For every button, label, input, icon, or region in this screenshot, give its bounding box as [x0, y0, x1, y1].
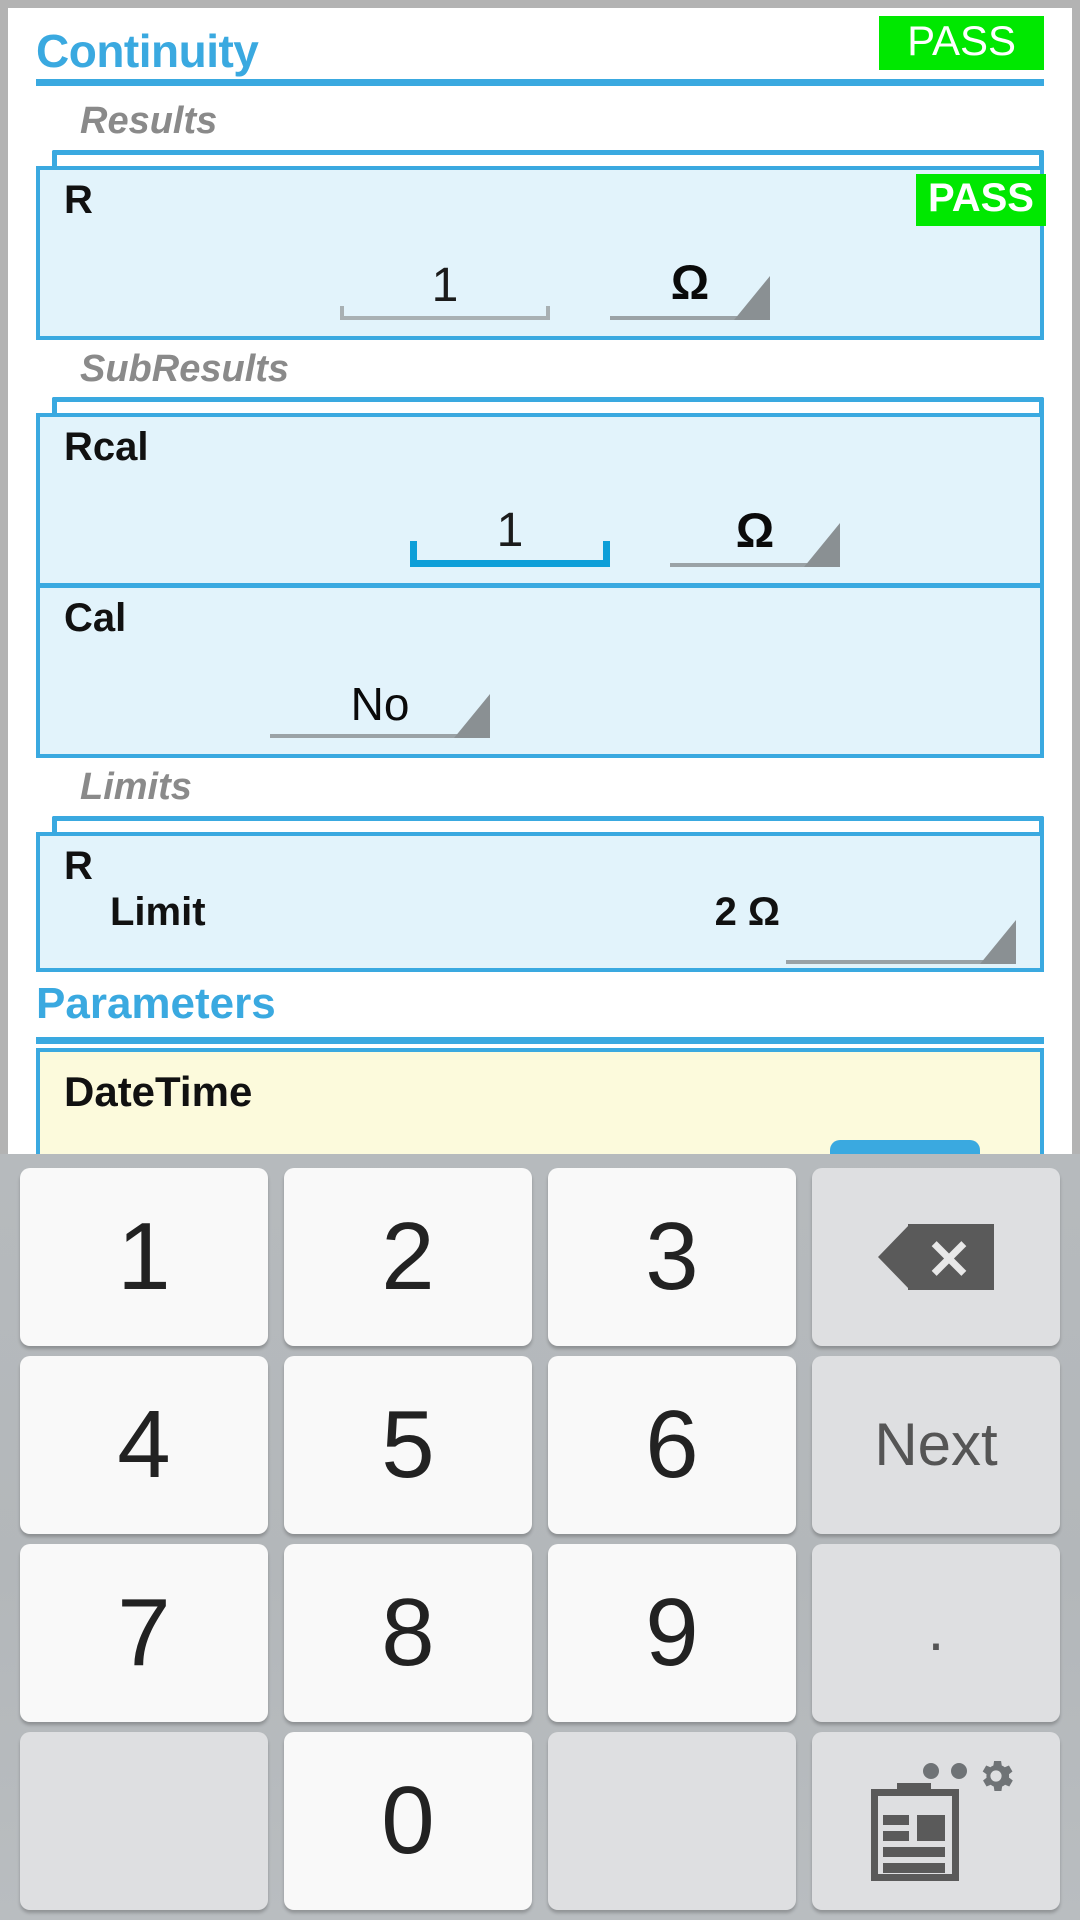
- result-r-value-field[interactable]: 1: [340, 259, 550, 320]
- key-1-label: 1: [117, 1203, 171, 1310]
- dropdown-triangle-icon: [734, 275, 770, 320]
- group-box-limits: R Limit 2 Ω: [36, 832, 1044, 973]
- title-bar: Continuity PASS: [36, 8, 1044, 92]
- key-ime-switcher[interactable]: [812, 1732, 1060, 1910]
- key-blank-left[interactable]: [20, 1732, 268, 1910]
- key-4[interactable]: 4: [20, 1356, 268, 1534]
- subresult-cal-value-spinner[interactable]: No: [270, 680, 490, 739]
- limit-spinner[interactable]: [786, 920, 1016, 965]
- dropdown-triangle-icon: [980, 920, 1016, 965]
- key-6[interactable]: 6: [548, 1356, 796, 1534]
- group-box-results: R PASS 1 Ω: [36, 165, 1046, 340]
- key-3[interactable]: 3: [548, 1168, 796, 1346]
- key-6-label: 6: [645, 1391, 699, 1498]
- key-8-label: 8: [381, 1579, 435, 1686]
- subresult-row-cal[interactable]: Cal No: [40, 583, 1040, 754]
- key-next-label: Next: [874, 1411, 998, 1478]
- subresult-rcal-unit-spinner[interactable]: Ω: [670, 506, 840, 568]
- parameter-row-datetime[interactable]: DateTime: [36, 1048, 1044, 1154]
- key-5[interactable]: 5: [284, 1356, 532, 1534]
- result-row-r-status: PASS: [916, 173, 1046, 226]
- result-row-r[interactable]: R PASS 1 Ω: [40, 170, 1046, 336]
- subresult-row-rcal[interactable]: Rcal 1 Ω: [40, 417, 1040, 583]
- group-label-results: Results: [80, 100, 218, 142]
- clipboard-line: [883, 1847, 945, 1857]
- limit-spinner-line: [786, 920, 1016, 965]
- subresult-rcal-value: 1: [496, 503, 524, 557]
- key-next[interactable]: Next: [812, 1356, 1060, 1534]
- parameters-title: Parameters: [36, 979, 276, 1029]
- limit-row-r-line: Limit 2 Ω: [40, 888, 1040, 958]
- backspace-icon: [878, 1224, 994, 1290]
- parameters-header: Parameters: [36, 979, 1044, 1045]
- application-area: Continuity PASS Results R PASS 1 Ω SubRe…: [0, 0, 1080, 1154]
- key-7-label: 7: [117, 1579, 171, 1686]
- key-backspace[interactable]: [812, 1168, 1060, 1346]
- dot-icon: [923, 1763, 939, 1779]
- key-decimal-point[interactable]: .: [812, 1544, 1060, 1722]
- subresult-row-rcal-body: 1 Ω: [40, 469, 1040, 573]
- key-2-label: 2: [381, 1203, 435, 1310]
- dropdown-triangle-icon: [804, 523, 840, 568]
- keyboard-row-4: 0: [12, 1732, 1068, 1910]
- subresult-row-cal-label: Cal: [64, 596, 127, 641]
- keyboard-row-3: 7 8 9 .: [12, 1544, 1068, 1722]
- result-r-unit-line: [610, 275, 770, 320]
- keyboard-row-1: 1 2 3: [12, 1168, 1068, 1346]
- key-4-label: 4: [117, 1391, 171, 1498]
- result-row-r-label: R: [64, 177, 93, 222]
- numeric-keyboard: 1 2 3 4 5 6 Next 7 8 9 . 0: [0, 1154, 1080, 1920]
- limit-row-r-label: R: [64, 844, 93, 889]
- key-1[interactable]: 1: [20, 1168, 268, 1346]
- key-8[interactable]: 8: [284, 1544, 532, 1722]
- app-canvas: Continuity PASS Results R PASS 1 Ω SubRe…: [8, 8, 1072, 1154]
- keyboard-row-2: 4 5 6 Next: [12, 1356, 1068, 1534]
- result-row-r-body: 1 Ω: [40, 222, 1040, 326]
- key-decimal-point-label: .: [927, 1596, 945, 1663]
- clipboard-line: [883, 1863, 945, 1873]
- key-9-label: 9: [645, 1579, 699, 1686]
- subresult-row-cal-body: No: [40, 640, 1040, 744]
- gear-icon: [975, 1755, 1017, 1797]
- key-0[interactable]: 0: [284, 1732, 532, 1910]
- page-title: Continuity: [36, 25, 259, 77]
- key-7[interactable]: 7: [20, 1544, 268, 1722]
- clipboard-line: [883, 1831, 909, 1841]
- title-divider: [36, 79, 1044, 86]
- key-blank-right[interactable]: [548, 1732, 796, 1910]
- key-9[interactable]: 9: [548, 1544, 796, 1722]
- limit-value: 2 Ω: [714, 890, 780, 935]
- key-2[interactable]: 2: [284, 1168, 532, 1346]
- group-subresults: SubResults Rcal 1 Ω Cal No: [36, 340, 1044, 759]
- group-box-subresults: Rcal 1 Ω Cal No: [36, 413, 1044, 759]
- result-r-value: 1: [431, 259, 459, 313]
- key-5-label: 5: [381, 1391, 435, 1498]
- limit-row-r[interactable]: R Limit 2 Ω: [40, 836, 1040, 968]
- limit-label: Limit: [110, 890, 206, 935]
- result-r-unit-spinner[interactable]: Ω: [610, 258, 770, 320]
- subresult-row-rcal-label: Rcal: [64, 425, 149, 470]
- parameter-datetime-chip[interactable]: [830, 1140, 980, 1154]
- dot-icon: [951, 1763, 967, 1779]
- group-results: Results R PASS 1 Ω: [36, 92, 1046, 340]
- subresult-rcal-value-field[interactable]: 1: [410, 503, 610, 568]
- dropdown-triangle-icon: [454, 694, 490, 739]
- clipboard-line: [883, 1815, 909, 1825]
- subresult-rcal-value-underline: [410, 541, 610, 568]
- subresult-rcal-unit-line: [670, 523, 840, 568]
- clipboard-block: [917, 1815, 945, 1841]
- group-label-limits: Limits: [80, 766, 192, 809]
- key-0-label: 0: [381, 1767, 435, 1874]
- clipboard-gear-icon: [861, 1760, 1013, 1881]
- subresult-cal-line: [270, 694, 490, 739]
- group-label-subresults: SubResults: [80, 347, 290, 390]
- parameters-divider: [36, 1037, 1044, 1045]
- group-limits: Limits R Limit 2 Ω: [36, 758, 1044, 973]
- parameter-row-datetime-label: DateTime: [64, 1068, 253, 1116]
- key-3-label: 3: [645, 1203, 699, 1310]
- result-r-value-underline: [340, 305, 550, 320]
- overall-status-badge: PASS: [879, 16, 1044, 70]
